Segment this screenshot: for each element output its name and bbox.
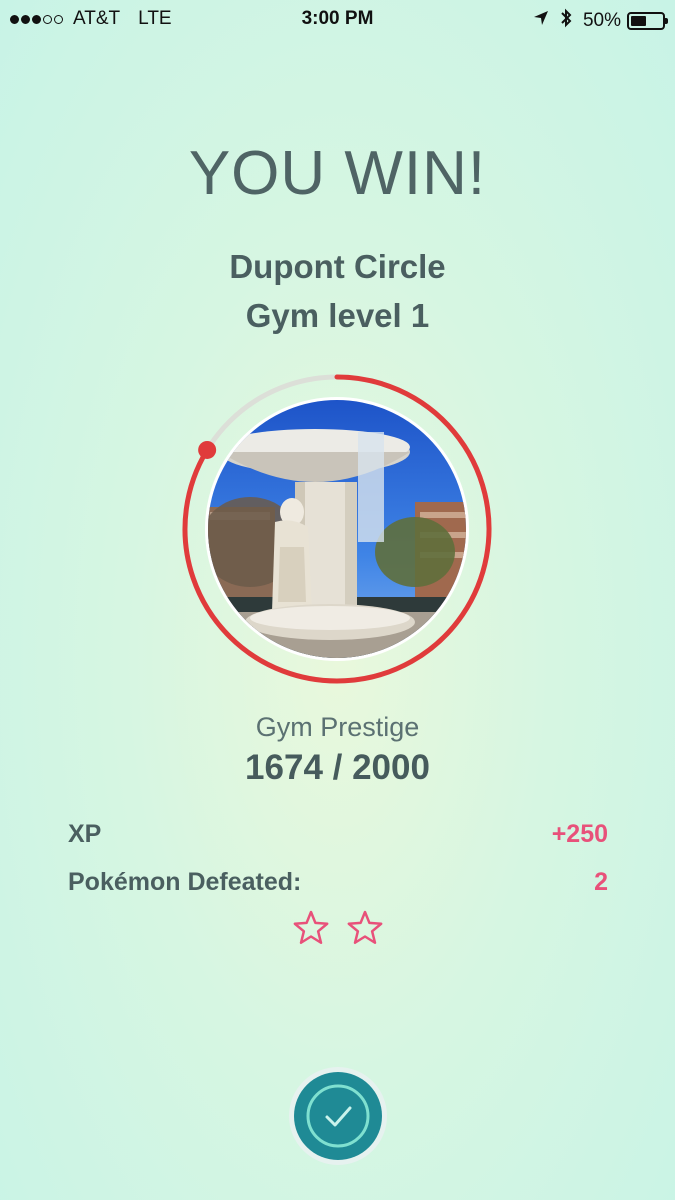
gym-name: Dupont Circle — [229, 248, 446, 285]
confirm-button[interactable] — [289, 1067, 387, 1165]
xp-row: XP +250 — [68, 820, 608, 849]
confirm-button-inner[interactable] — [294, 1072, 382, 1160]
prestige-label: Gym Prestige — [255, 712, 420, 742]
star-outline-icon — [293, 910, 328, 944]
defeated-label: Pokémon Defeated: — [68, 868, 302, 896]
battery-icon — [627, 12, 668, 30]
prestige-value: 1674 / 2000 — [245, 748, 430, 787]
gym-level: Gym level 1 — [245, 297, 430, 334]
xp-value: +250 — [551, 820, 608, 848]
star-outline-icon — [347, 910, 382, 944]
status-bar: AT&T LTE 3:00 PM 50% — [0, 0, 675, 40]
xp-label: XP — [68, 820, 102, 848]
bluetooth-icon — [559, 8, 573, 34]
check-icon — [306, 1084, 370, 1148]
stars-row — [0, 908, 675, 948]
status-right: 50% — [533, 8, 668, 34]
gym-prestige-ring — [180, 372, 494, 686]
defeated-value: 2 — [594, 868, 608, 896]
defeated-row: Pokémon Defeated: 2 — [68, 868, 608, 897]
result-title: YOU WIN! — [188, 139, 487, 208]
location-arrow-icon — [533, 10, 549, 32]
battery-percent: 50% — [582, 10, 621, 31]
gym-photo — [208, 400, 466, 658]
prestige-progress-dot — [198, 440, 217, 459]
